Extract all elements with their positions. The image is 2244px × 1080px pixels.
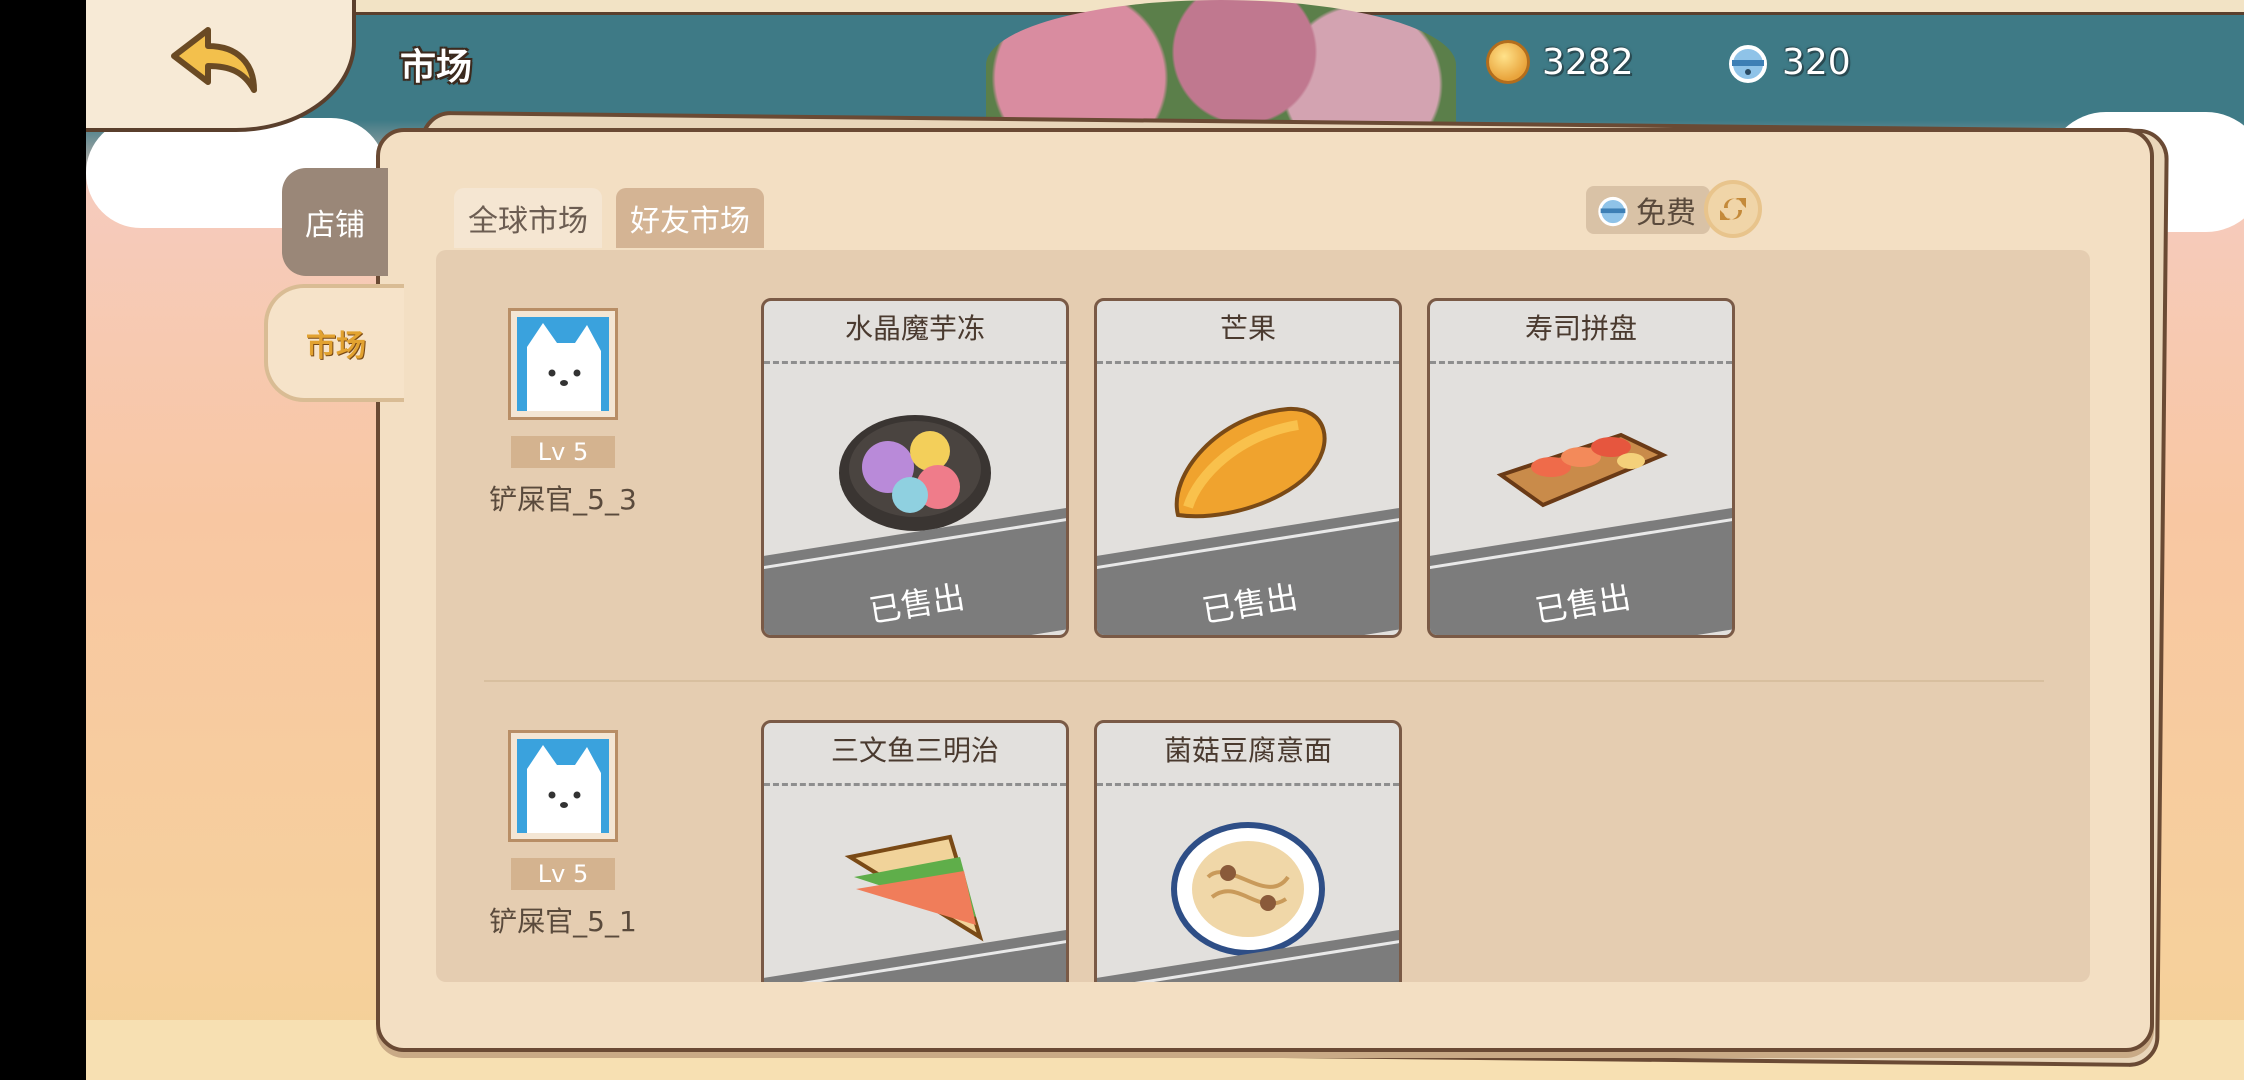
item-card[interactable]: 寿司拼盘 已售出 — [1427, 298, 1735, 638]
item-card[interactable]: 三文鱼三明治 — [761, 720, 1069, 982]
game-screen: 市场 3282 320 店铺 市场 全球市场 好友市场 免费 Lv 5 铲屎官_… — [86, 0, 2244, 1080]
item-name: 三文鱼三明治 — [764, 723, 1066, 786]
tab-friend-market[interactable]: 好友市场 — [616, 188, 764, 248]
seller-level: Lv 5 — [511, 436, 615, 468]
refresh-icon — [1720, 198, 1746, 220]
sushi-platter-icon — [1496, 432, 1668, 508]
gold-coin-value: 3282 — [1542, 41, 1634, 83]
item-name: 芒果 — [1097, 301, 1399, 364]
avatar[interactable] — [508, 730, 618, 842]
free-label: 免费 — [1636, 196, 1696, 231]
seller-name: 铲屎官_5_1 — [489, 905, 637, 938]
bell-icon — [1729, 45, 1767, 83]
item-name: 寿司拼盘 — [1430, 301, 1732, 364]
item-name: 菌菇豆腐意面 — [1097, 723, 1399, 786]
back-button[interactable] — [168, 22, 278, 100]
bell-icon — [1598, 196, 1628, 227]
page-title: 市场 — [400, 47, 473, 88]
back-arrow-icon — [171, 27, 257, 93]
seller-name: 铲屎官_5_3 — [489, 483, 637, 516]
background-tree — [986, 0, 1456, 130]
item-card[interactable]: 芒果 已售出 — [1094, 298, 1402, 638]
mango-icon — [1174, 406, 1327, 519]
gold-coin-counter: 3282 — [1486, 40, 1634, 84]
item-name: 水晶魔芋冻 — [764, 301, 1066, 364]
bell-value: 320 — [1782, 41, 1851, 83]
item-card[interactable]: 菌菇豆腐意面 — [1094, 720, 1402, 982]
pasta-icon — [1171, 822, 1325, 956]
refresh-button[interactable] — [1704, 180, 1762, 238]
seller-info: Lv 5 铲屎官_5_1 — [483, 730, 643, 940]
bell-counter: 320 — [1726, 40, 1851, 84]
back-button-frame — [86, 0, 356, 132]
tab-global-market[interactable]: 全球市场 — [454, 188, 602, 248]
listing-area[interactable]: Lv 5 铲屎官_5_3 水晶魔芋冻 已售出 芒果 已售出 寿司拼盘 已售出 L… — [436, 250, 2090, 982]
seller-level: Lv 5 — [511, 858, 615, 890]
avatar[interactable] — [508, 308, 618, 420]
crystal-jelly-icon — [839, 415, 991, 531]
side-tab-store[interactable]: 店铺 — [282, 168, 388, 276]
row-divider — [484, 680, 2044, 682]
cat-avatar-icon — [517, 739, 609, 833]
item-card[interactable]: 水晶魔芋冻 已售出 — [761, 298, 1069, 638]
cat-avatar-icon — [517, 317, 609, 411]
free-refresh-button[interactable]: 免费 — [1586, 186, 1710, 234]
sandwich-icon — [844, 834, 984, 942]
seller-info: Lv 5 铲屎官_5_3 — [483, 308, 643, 518]
gold-coin-icon — [1486, 40, 1530, 84]
side-tab-market[interactable]: 市场 — [264, 284, 404, 402]
